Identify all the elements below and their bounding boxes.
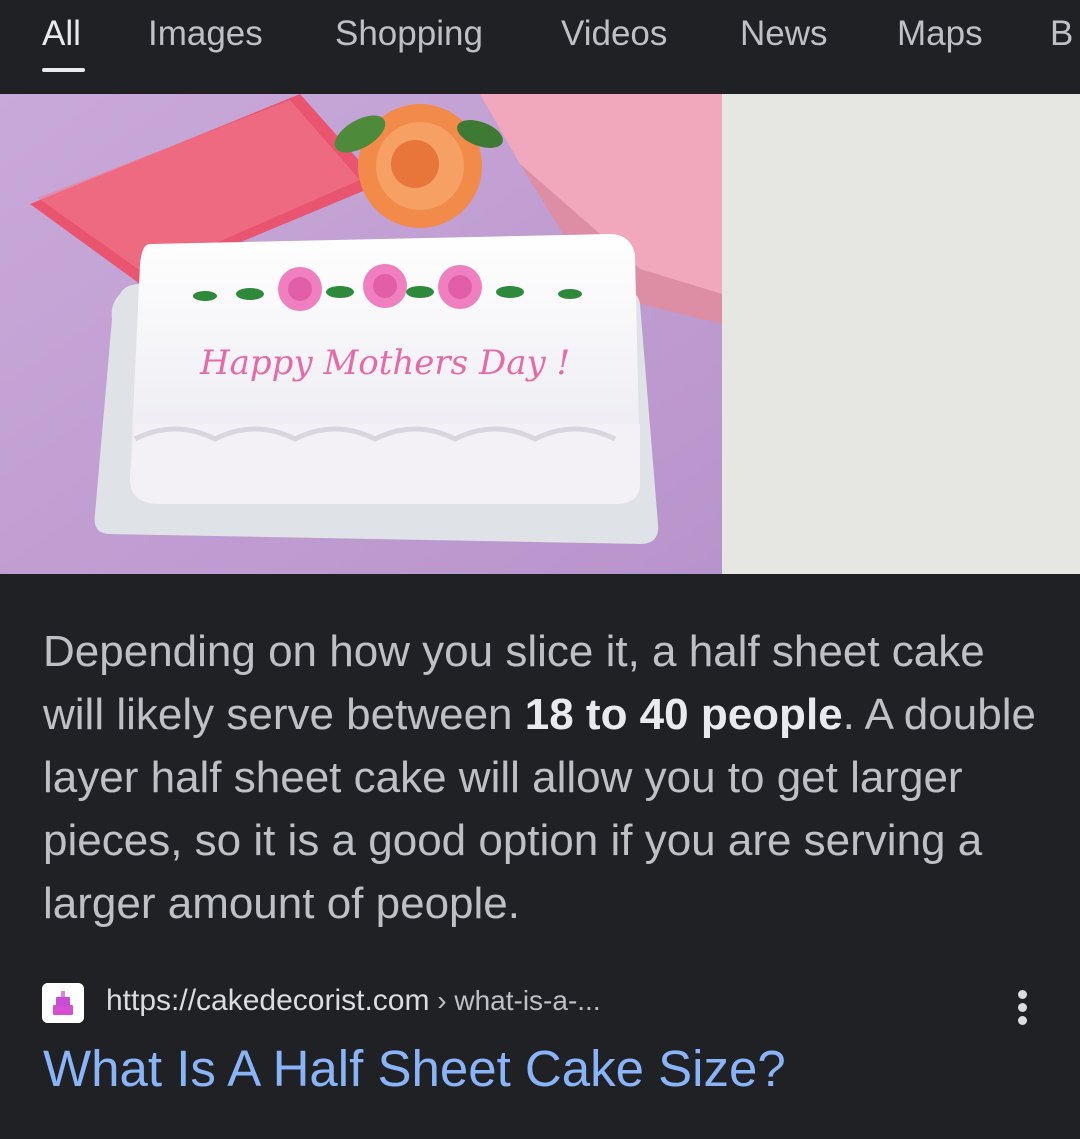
- cake-lettering: Happy Mothers Day !: [199, 343, 570, 383]
- tab-videos[interactable]: Videos: [561, 14, 667, 54]
- url-path: › what-is-a-...: [429, 985, 601, 1016]
- more-vert-icon: [1018, 990, 1027, 999]
- tab-all[interactable]: All: [42, 14, 81, 54]
- tab-shopping[interactable]: Shopping: [335, 14, 483, 54]
- more-vert-icon-dot: [1018, 1016, 1027, 1025]
- tab-maps[interactable]: Maps: [897, 14, 983, 54]
- search-tabs-bar: All Images Shopping Videos News Maps B: [0, 0, 1080, 94]
- tab-news[interactable]: News: [740, 14, 828, 54]
- answer-snippet: Depending on how you slice it, a half sh…: [43, 620, 1043, 935]
- result-url[interactable]: https://cakedecorist.com › what-is-a-...: [106, 983, 601, 1019]
- snippet-highlight: 18 to 40 people: [524, 690, 843, 739]
- site-favicon-icon: [42, 983, 84, 1023]
- result-title-link[interactable]: What Is A Half Sheet Cake Size?: [43, 1036, 786, 1102]
- cake-image[interactable]: Happy Mothers Day !: [0, 94, 722, 574]
- featured-image-area[interactable]: Happy Mothers Day !: [0, 94, 1080, 574]
- more-options-button[interactable]: [1003, 988, 1043, 1028]
- tab-books-partial[interactable]: B: [1050, 14, 1073, 54]
- more-vert-icon-dot: [1018, 1003, 1027, 1012]
- tab-images[interactable]: Images: [148, 14, 263, 54]
- url-domain: https://cakedecorist.com: [106, 984, 430, 1017]
- active-tab-indicator: [42, 68, 85, 72]
